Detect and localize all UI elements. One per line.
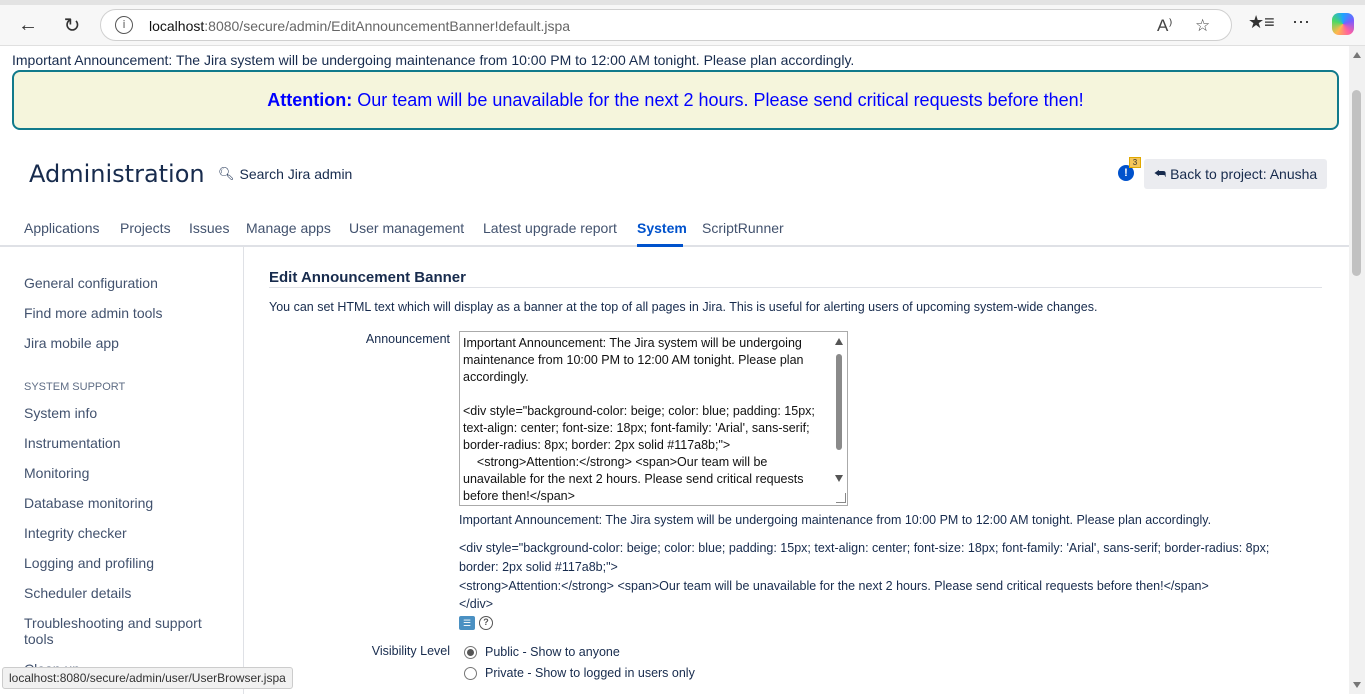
notification-count: 3 — [1129, 157, 1141, 168]
search-icon: 🔍︎ — [218, 166, 235, 182]
search-admin-link[interactable]: 🔍︎ Search Jira admin — [218, 166, 352, 182]
sidebar-item-logging-and-profiling[interactable]: Logging and profiling — [24, 555, 154, 571]
url-text: localhost:8080/secure/admin/EditAnnounce… — [149, 18, 571, 34]
site-info-icon[interactable]: i — [115, 16, 133, 34]
back-to-project-button[interactable]: ⮪ Back to project: Anusha — [1144, 159, 1327, 189]
section-description: You can set HTML text which will display… — [269, 300, 1098, 314]
preview-announcement-text: Important Announcement: The Jira system … — [459, 513, 1212, 527]
tab-manage-apps[interactable]: Manage apps — [246, 220, 331, 236]
preview-div-border: border: 2px solid #117a8b;"> — [459, 560, 618, 574]
active-tab-indicator — [637, 244, 683, 247]
preview-div-open: <div style="background-color: beige; col… — [459, 541, 1270, 555]
tab-user-management[interactable]: User management — [349, 220, 464, 236]
admin-nav-tabs: Applications Projects Issues Manage apps… — [0, 212, 1349, 247]
sidebar-item-integrity-checker[interactable]: Integrity checker — [24, 525, 127, 541]
sidebar: General configuration Find more admin to… — [0, 247, 244, 694]
radio-private-label: Private - Show to logged in users only — [485, 666, 695, 680]
sidebar-item-jira-mobile-app[interactable]: Jira mobile app — [24, 335, 119, 351]
radio-private[interactable] — [464, 666, 477, 680]
tab-issues[interactable]: Issues — [189, 220, 229, 236]
sidebar-item-database-monitoring[interactable]: Database monitoring — [24, 495, 153, 511]
sidebar-item-find-more-admin-tools[interactable]: Find more admin tools — [24, 305, 163, 321]
radio-public[interactable] — [464, 645, 477, 659]
back-arrow-icon[interactable]: ← — [13, 10, 43, 40]
visibility-public-option[interactable]: Public - Show to anyone — [464, 645, 620, 659]
banner-strong: Attention: — [267, 89, 353, 110]
announcement-label: Announcement — [365, 332, 450, 346]
tab-applications[interactable]: Applications — [24, 220, 100, 236]
announcement-text: Important Announcement: The Jira system … — [12, 52, 855, 68]
scroll-up-icon[interactable] — [1353, 52, 1361, 58]
radio-public-label: Public - Show to anyone — [485, 645, 620, 659]
textarea-scrollbar[interactable] — [831, 332, 847, 505]
banner-message: Our team will be unavailable for the nex… — [357, 89, 1084, 110]
preview-div-close: </div> — [459, 597, 494, 611]
copilot-icon[interactable] — [1332, 13, 1354, 35]
sidebar-item-general-configuration[interactable]: General configuration — [24, 275, 158, 291]
sidebar-item-monitoring[interactable]: Monitoring — [24, 465, 89, 481]
reload-icon[interactable]: ↻ — [57, 10, 87, 40]
announcement-textarea[interactable]: Important Announcement: The Jira system … — [459, 331, 848, 506]
announcement-banner: Attention: Our team will be unavailable … — [12, 70, 1339, 130]
format-help-icons: ☰ ? — [459, 616, 493, 630]
tab-system[interactable]: System — [637, 220, 687, 236]
favorite-star-icon[interactable]: ☆ — [1195, 16, 1210, 36]
sidebar-item-troubleshooting[interactable]: Troubleshooting and support tools — [24, 615, 224, 647]
sidebar-section-heading: SYSTEM SUPPORT — [24, 381, 126, 393]
more-options-icon[interactable]: ⋯ — [1292, 12, 1310, 33]
read-aloud-icon[interactable]: A⁾ — [1157, 16, 1173, 36]
address-bar[interactable]: i localhost:8080/secure/admin/EditAnnoun… — [100, 9, 1232, 41]
textarea-scroll-down-icon[interactable] — [835, 475, 843, 482]
resize-grip-icon[interactable] — [836, 493, 846, 503]
help-icon[interactable]: ? — [479, 616, 493, 630]
favorites-list-icon[interactable]: ★≡ — [1248, 12, 1275, 33]
visibility-private-option[interactable]: Private - Show to logged in users only — [464, 666, 695, 680]
tab-latest-upgrade-report[interactable]: Latest upgrade report — [483, 220, 617, 236]
page-scrollbar[interactable] — [1349, 46, 1365, 694]
sidebar-item-scheduler-details[interactable]: Scheduler details — [24, 585, 131, 601]
link-status-bar: localhost:8080/secure/admin/user/UserBro… — [2, 667, 293, 689]
scroll-down-icon[interactable] — [1353, 682, 1361, 688]
back-to-project-label: Back to project: Anusha — [1170, 166, 1318, 182]
tab-strip — [0, 0, 1365, 5]
preview-strong-span: <strong>Attention:</strong> <span>Our te… — [459, 579, 1209, 593]
title-divider — [269, 287, 1322, 288]
tab-projects[interactable]: Projects — [120, 220, 171, 236]
wiki-format-icon[interactable]: ☰ — [459, 616, 475, 630]
sidebar-item-system-info[interactable]: System info — [24, 405, 97, 421]
textarea-scroll-thumb[interactable] — [836, 354, 842, 450]
return-arrow-icon: ⮪ — [1154, 166, 1167, 182]
page-title: Administration — [29, 160, 205, 188]
sidebar-item-instrumentation[interactable]: Instrumentation — [24, 435, 121, 451]
search-admin-label: Search Jira admin — [239, 166, 353, 182]
scroll-thumb[interactable] — [1352, 90, 1361, 276]
textarea-scroll-up-icon[interactable] — [835, 338, 843, 345]
browser-toolbar: ← ↻ i localhost:8080/secure/admin/EditAn… — [0, 0, 1365, 46]
visibility-level-label: Visibility Level — [371, 644, 450, 658]
section-title: Edit Announcement Banner — [269, 269, 466, 286]
tab-scriptrunner[interactable]: ScriptRunner — [702, 220, 784, 236]
